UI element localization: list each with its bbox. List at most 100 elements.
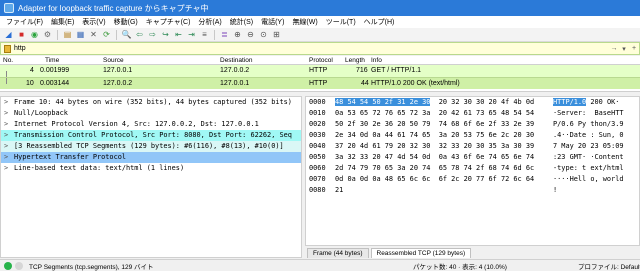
- zoom-out-icon[interactable]: ⊖: [245, 29, 256, 40]
- go-forward-icon[interactable]: ⇨: [147, 29, 158, 40]
- filter-bookmark-icon[interactable]: [4, 44, 11, 53]
- col-destination[interactable]: Destination: [220, 57, 253, 64]
- byte-offset: 0030: [309, 131, 326, 139]
- menu-capture[interactable]: キャプチャ(C): [142, 17, 195, 27]
- go-last-icon[interactable]: ⇥: [186, 29, 197, 40]
- hex-bytes[interactable]: 3a 32 33 20 47 4d 54 0d 0a 43 6f 6e 74 6…: [335, 152, 534, 163]
- col-no[interactable]: No.: [3, 57, 13, 64]
- menu-wireless[interactable]: 無線(W): [288, 17, 321, 27]
- display-filter-input[interactable]: http: [14, 45, 609, 52]
- menu-help[interactable]: ヘルプ(H): [360, 17, 399, 27]
- bytes-row[interactable]: 0010 0a 53 65 72 76 65 72 3a 20 42 61 73 …: [306, 108, 639, 119]
- expand-arrow-icon[interactable]: >: [4, 97, 14, 108]
- ascii-bytes[interactable]: .4··Date : Sun, 0: [553, 130, 624, 141]
- expand-arrow-icon[interactable]: >: [4, 130, 14, 141]
- col-time[interactable]: Time: [45, 57, 59, 64]
- detail-text: Transmission Control Protocol, Src Port:…: [14, 131, 292, 139]
- auto-scroll-icon[interactable]: ≡: [199, 29, 210, 40]
- menu-file[interactable]: ファイル(F): [2, 17, 47, 27]
- detail-ipv4[interactable]: > Internet Protocol Version 4, Src: 127.0…: [1, 119, 301, 130]
- menu-go[interactable]: 移動(G): [110, 17, 142, 27]
- detail-reassembled-segments[interactable]: > [3 Reassembled TCP Segments (129 bytes)…: [1, 141, 301, 152]
- go-first-icon[interactable]: ⇤: [173, 29, 184, 40]
- ascii-bytes[interactable]: 7 May 20 23 05:09: [553, 141, 624, 152]
- restart-capture-icon[interactable]: ◉: [29, 29, 40, 40]
- menu-analyze[interactable]: 分析(A): [194, 17, 225, 27]
- col-source[interactable]: Source: [103, 57, 124, 64]
- ascii-bytes[interactable]: -type: t ext/html: [553, 163, 624, 174]
- open-file-icon[interactable]: ▤: [62, 29, 73, 40]
- bytes-row[interactable]: 0030 2e 34 0d 0a 44 61 74 65 3a 20 53 75 …: [306, 130, 639, 141]
- hex-bytes[interactable]: 21: [335, 185, 343, 196]
- detail-frame[interactable]: > Frame 10: 44 bytes on wire (352 bits), …: [1, 97, 301, 108]
- detail-tcp[interactable]: > Transmission Control Protocol, Src Port…: [1, 130, 301, 141]
- bytes-row[interactable]: 0080 21!: [306, 185, 639, 196]
- ascii-bytes[interactable]: P/0.6 Py thon/3.9: [553, 119, 624, 130]
- bytes-row[interactable]: 0020 50 2f 30 2e 36 20 50 79 74 68 6f 6e …: [306, 119, 639, 130]
- detail-http[interactable]: > Hypertext Transfer Protocol: [1, 152, 301, 163]
- detail-null-loopback[interactable]: > Null/Loopback: [1, 108, 301, 119]
- col-protocol[interactable]: Protocol: [309, 57, 333, 64]
- menu-statistics[interactable]: 統計(S): [226, 17, 257, 27]
- zoom-in-icon[interactable]: ⊕: [232, 29, 243, 40]
- ascii-bytes[interactable]: ·Server: BaseHTT: [553, 108, 624, 119]
- find-packet-icon[interactable]: 🔍: [121, 29, 132, 40]
- detail-line-based-text[interactable]: > Line-based text data: text/html (1 line…: [1, 163, 301, 174]
- status-profile[interactable]: プロファイル: Default: [578, 261, 640, 271]
- filter-dropdown-icon[interactable]: ▾: [619, 45, 629, 53]
- col-info[interactable]: Info: [371, 57, 382, 64]
- expand-arrow-icon[interactable]: >: [4, 119, 14, 130]
- edit-comment-icon[interactable]: [15, 261, 23, 270]
- go-back-icon[interactable]: ⇦: [134, 29, 145, 40]
- toolbar-separator: [116, 29, 117, 40]
- detail-text: Null/Loopback: [14, 109, 68, 117]
- hex-bytes[interactable]: 37 20 4d 61 79 20 32 30 32 33 20 30 35 3…: [335, 141, 534, 152]
- hex-bytes[interactable]: 48 54 54 50 2f 31 2e 30 20 32 30 30 20 4…: [335, 97, 534, 108]
- bytes-row[interactable]: 0050 3a 32 33 20 47 4d 54 0d 0a 43 6f 6e …: [306, 152, 639, 163]
- capture-status-icon[interactable]: [4, 261, 12, 270]
- hex-text: 0a 53 65 72 76 65 72 3a 20 42 61 73 65 4…: [335, 109, 535, 117]
- capture-options-icon[interactable]: ⚙: [42, 29, 53, 40]
- display-filter-bar[interactable]: http → ▾ +: [0, 42, 640, 55]
- filter-apply-arrow-icon[interactable]: →: [609, 45, 619, 52]
- hex-bytes[interactable]: 2d 74 79 70 65 3a 20 74 65 78 74 2f 68 7…: [335, 163, 534, 174]
- title-bar: Adapter for loopback traffic capture からキ…: [0, 0, 640, 16]
- hex-bytes[interactable]: 0a 53 65 72 76 65 72 3a 20 42 61 73 65 4…: [335, 108, 534, 119]
- normal-size-icon[interactable]: ⊙: [258, 29, 269, 40]
- hex-bytes[interactable]: 2e 34 0d 0a 44 61 74 65 3a 20 53 75 6e 2…: [335, 130, 534, 141]
- menu-tools[interactable]: ツール(T): [322, 17, 360, 27]
- tab-frame-bytes[interactable]: Frame (44 bytes): [307, 248, 369, 258]
- bytes-row[interactable]: 0040 37 20 4d 61 79 20 32 30 32 33 20 30 …: [306, 141, 639, 152]
- bytes-row[interactable]: 0000 48 54 54 50 2f 31 2e 30 20 32 30 30 …: [306, 97, 639, 108]
- packet-row-selected[interactable]: 10 0.003144 127.0.0.2 127.0.0.1 HTTP 44 …: [0, 77, 640, 89]
- save-icon[interactable]: ▦: [75, 29, 86, 40]
- tab-reassembled-tcp[interactable]: Reassembled TCP (129 bytes): [370, 248, 472, 258]
- bytes-row[interactable]: 0060 2d 74 79 70 65 3a 20 74 65 78 74 2f …: [306, 163, 639, 174]
- colorize-icon[interactable]: ≣: [219, 29, 230, 40]
- packet-length: 716: [356, 67, 368, 74]
- expand-arrow-icon[interactable]: >: [4, 163, 14, 174]
- expand-arrow-icon[interactable]: >: [4, 108, 14, 119]
- go-to-packet-icon[interactable]: ↪: [160, 29, 171, 40]
- bytes-row[interactable]: 0070 0d 0a 0d 0a 48 65 6c 6c 6f 2c 20 77 …: [306, 174, 639, 185]
- shark-fin-icon[interactable]: ◢: [3, 29, 14, 40]
- ascii-bytes[interactable]: ····Hell o, world: [553, 174, 624, 185]
- expand-arrow-icon[interactable]: >: [4, 141, 14, 152]
- conversation-line: [6, 78, 7, 84]
- stop-capture-icon[interactable]: ■: [16, 29, 27, 40]
- reload-icon[interactable]: ⟳: [101, 29, 112, 40]
- close-file-icon[interactable]: ✕: [88, 29, 99, 40]
- expand-arrow-icon[interactable]: >: [4, 152, 14, 163]
- col-length[interactable]: Length: [345, 57, 365, 64]
- ascii-bytes[interactable]: :23 GMT· ·Content: [553, 152, 624, 163]
- menu-view[interactable]: 表示(V): [78, 17, 109, 27]
- ascii-bytes[interactable]: !: [553, 185, 557, 196]
- filter-add-icon[interactable]: +: [629, 45, 639, 52]
- hex-bytes[interactable]: 0d 0a 0d 0a 48 65 6c 6c 6f 2c 20 77 6f 7…: [335, 174, 534, 185]
- packet-row[interactable]: 4 0.001999 127.0.0.1 127.0.0.2 HTTP 716 …: [0, 65, 640, 77]
- ascii-bytes[interactable]: HTTP/1.0 200 OK·: [553, 97, 619, 108]
- menu-edit[interactable]: 編集(E): [47, 17, 78, 27]
- resize-columns-icon[interactable]: ⊞: [271, 29, 282, 40]
- hex-bytes[interactable]: 50 2f 30 2e 36 20 50 79 74 68 6f 6e 2f 3…: [335, 119, 534, 130]
- menu-telephony[interactable]: 電話(Y): [257, 17, 288, 27]
